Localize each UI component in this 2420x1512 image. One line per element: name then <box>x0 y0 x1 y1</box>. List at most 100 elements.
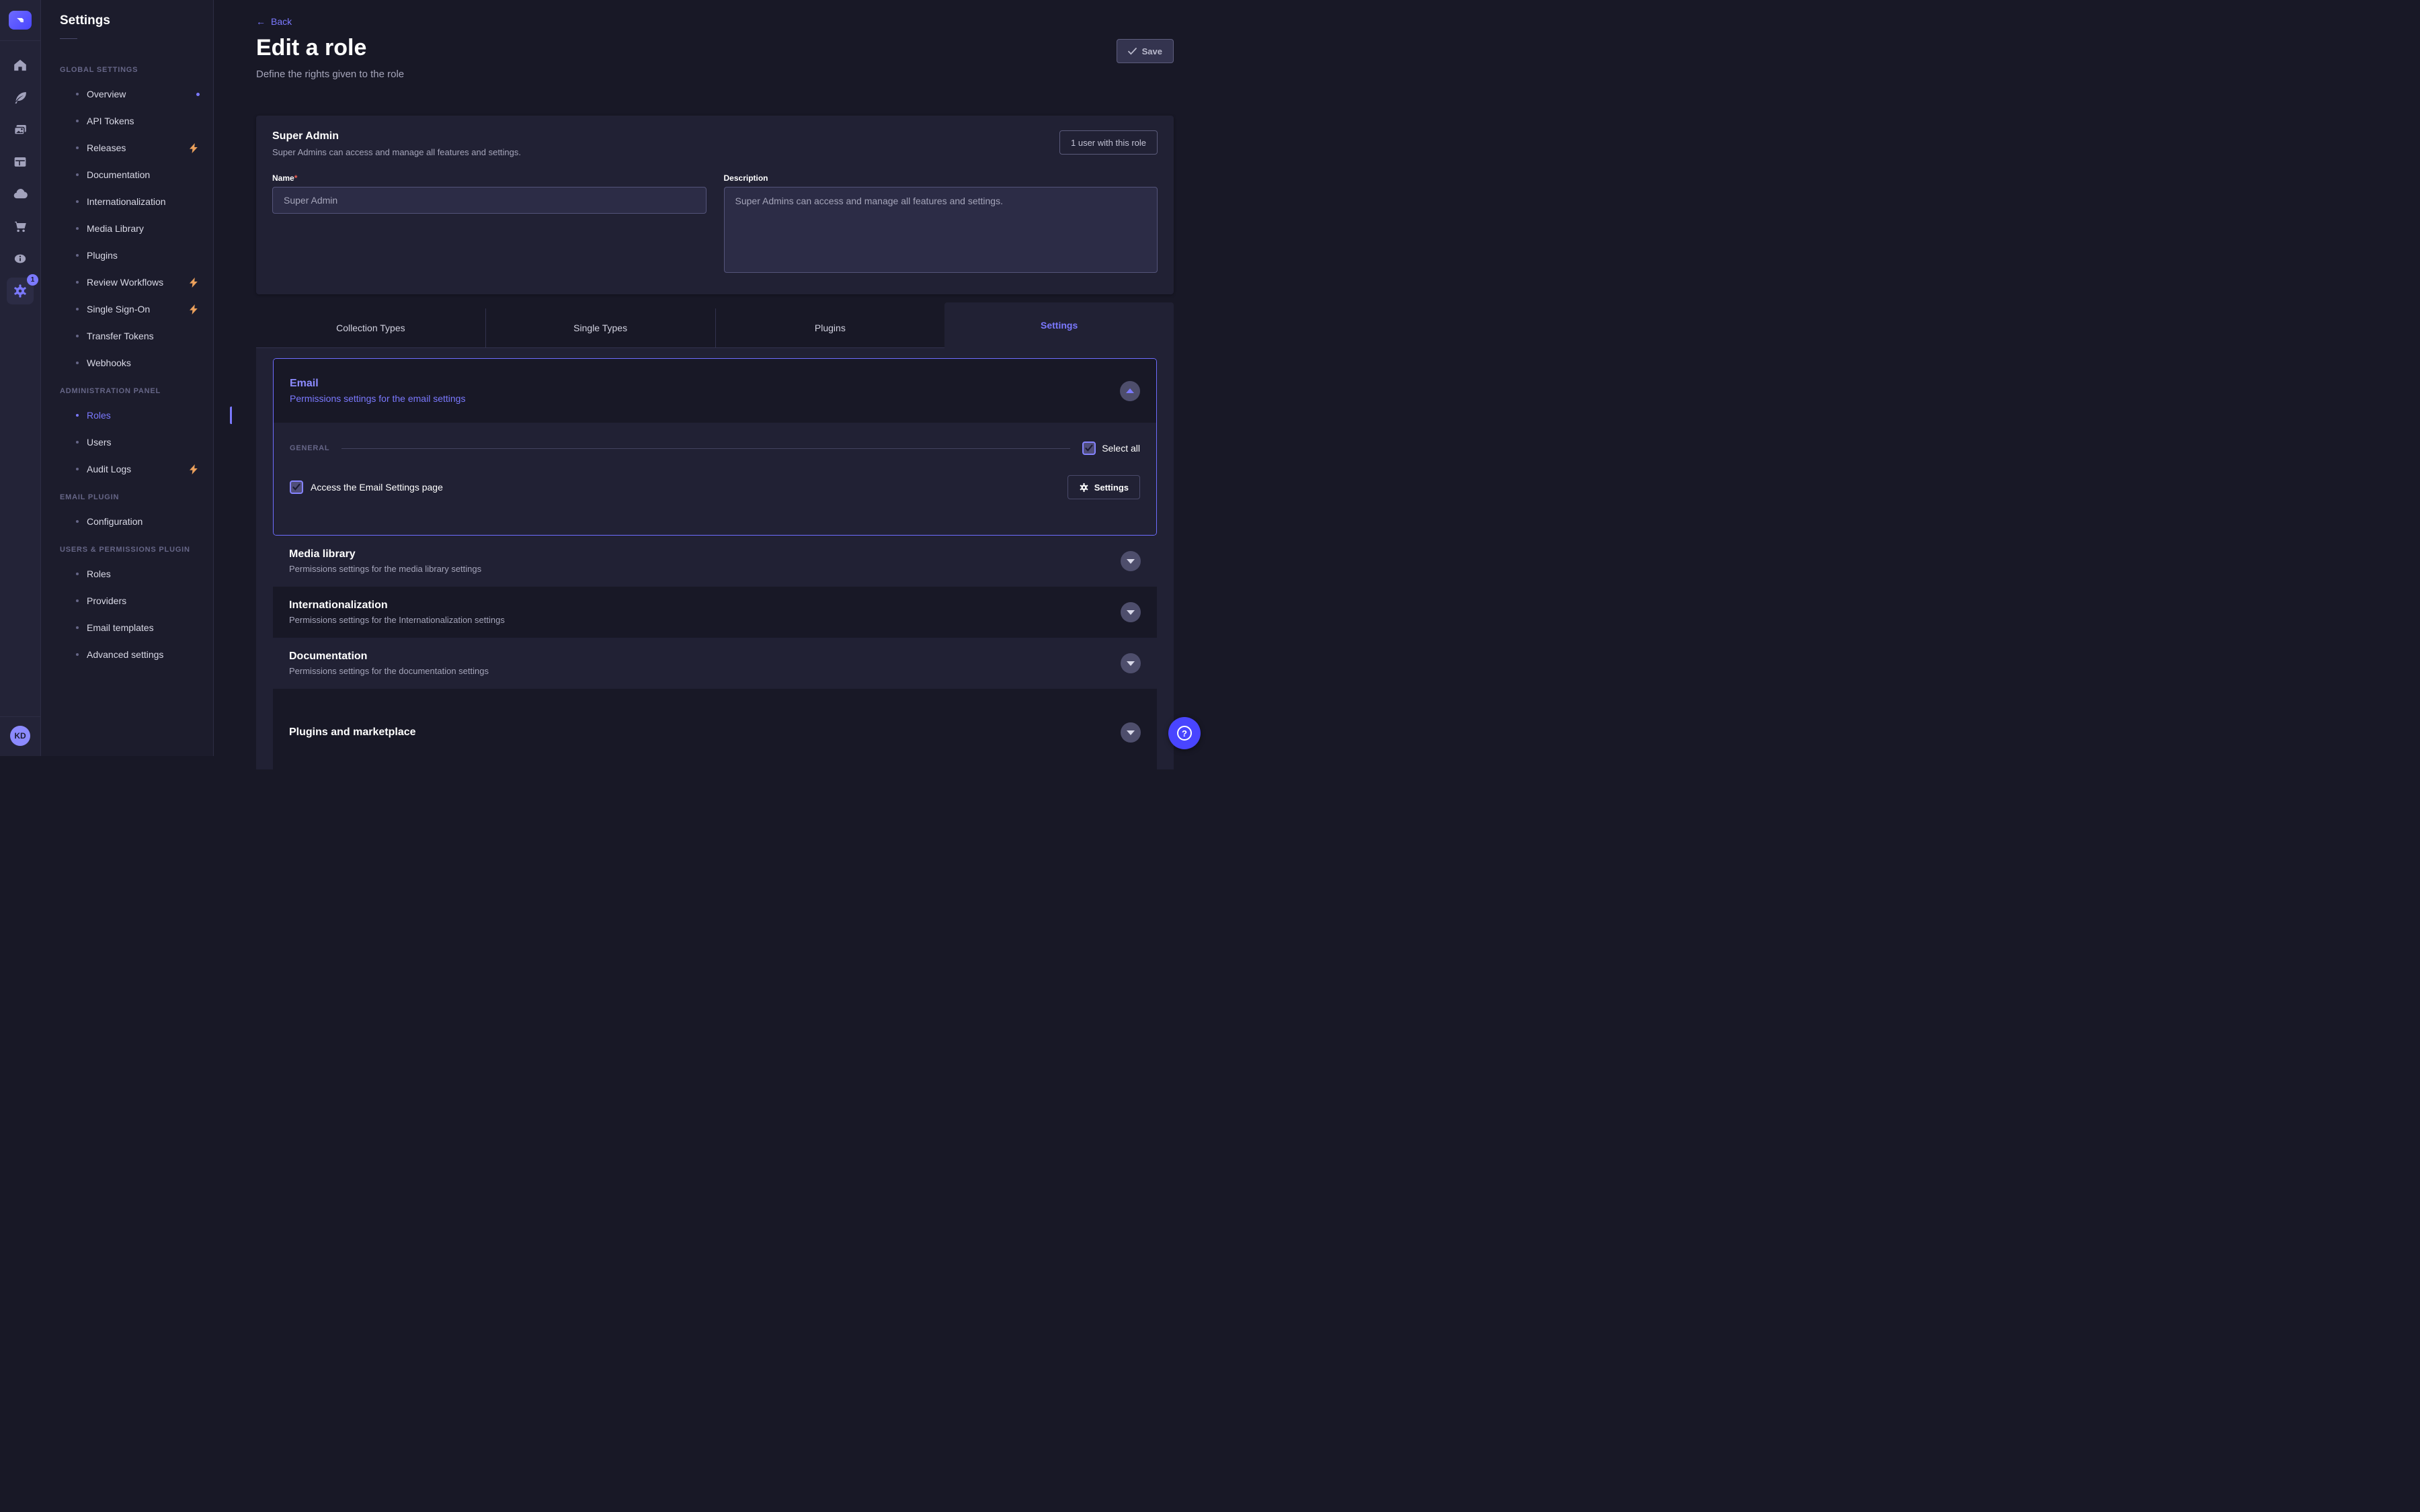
sidebar-item-up-roles[interactable]: Roles <box>60 560 213 587</box>
avatar[interactable]: KD <box>10 726 30 746</box>
rail-items: 1 <box>7 49 34 307</box>
settings-badge: 1 <box>27 274 38 286</box>
cart-icon <box>13 219 28 234</box>
rail-item-marketplace[interactable] <box>7 213 34 240</box>
rail-item-home[interactable] <box>7 52 34 79</box>
role-card: Super Admin Super Admins can access and … <box>256 116 1174 294</box>
bullet-icon <box>76 173 79 176</box>
accordion-title: Internationalization <box>289 599 505 612</box>
rail-item-content-manager[interactable] <box>7 84 34 111</box>
sidebar-item-roles[interactable]: Roles <box>60 402 213 429</box>
users-with-role-button[interactable]: 1 user with this role <box>1059 130 1158 155</box>
tab-plugins[interactable]: Plugins <box>716 308 945 348</box>
sidebar-item-review-workflows[interactable]: Review Workflows <box>60 269 213 296</box>
tab-single-types[interactable]: Single Types <box>486 308 716 348</box>
accordion-internationalization[interactable]: Internationalization Permissions setting… <box>273 587 1157 638</box>
name-label: Name* <box>272 173 707 183</box>
accordion-email-header[interactable]: Email Permissions settings for the email… <box>274 359 1156 423</box>
strapi-logo[interactable] <box>9 11 32 30</box>
rail-divider-bottom <box>0 716 40 717</box>
sidebar-item-transfer-tokens[interactable]: Transfer Tokens <box>60 323 213 349</box>
bullet-icon <box>76 93 79 95</box>
bullet-icon <box>76 441 79 444</box>
accordion-email-title: Email <box>290 378 465 390</box>
save-button[interactable]: Save <box>1117 39 1174 63</box>
sidebar-item-audit-logs[interactable]: Audit Logs <box>60 456 213 482</box>
sidebar-item-releases[interactable]: Releases <box>60 134 213 161</box>
permission-label: Access the Email Settings page <box>311 482 443 493</box>
expand-button[interactable] <box>1121 722 1141 743</box>
rail-item-cloud[interactable] <box>7 181 34 208</box>
description-label: Description <box>724 173 1158 183</box>
back-link[interactable]: ← Back <box>256 16 292 27</box>
sidebar-item-webhooks[interactable]: Webhooks <box>60 349 213 376</box>
sidebar-item-documentation[interactable]: Documentation <box>60 161 213 188</box>
help-button[interactable]: ? <box>1168 717 1201 749</box>
name-input[interactable] <box>272 187 707 214</box>
check-icon <box>1128 48 1137 55</box>
accordion-title: Documentation <box>289 650 489 663</box>
bullet-icon <box>76 146 79 149</box>
section-label-users-permissions-plugin: USERS & PERMISSIONS PLUGIN <box>60 546 213 554</box>
accordion-documentation[interactable]: Documentation Permissions settings for t… <box>273 638 1157 689</box>
sidebar-item-advanced-settings[interactable]: Advanced settings <box>60 641 213 668</box>
lightning-icon <box>190 143 198 153</box>
main-content: ← Back Edit a role Define the rights giv… <box>214 0 1210 756</box>
rail-item-content-type-builder[interactable] <box>7 149 34 175</box>
accordion-plugins-marketplace[interactable]: Plugins and marketplace <box>273 689 1157 776</box>
bullet-icon <box>76 626 79 629</box>
gear-icon <box>13 284 28 298</box>
sidebar-item-providers[interactable]: Providers <box>60 587 213 614</box>
sidebar-item-overview[interactable]: Overview <box>60 81 213 108</box>
rail-item-info[interactable] <box>7 245 34 272</box>
expand-button[interactable] <box>1121 653 1141 673</box>
bullet-icon <box>76 227 79 230</box>
role-name-heading: Super Admin <box>272 130 521 142</box>
expand-button[interactable] <box>1121 551 1141 571</box>
required-asterisk: * <box>294 173 298 183</box>
description-textarea[interactable]: Super Admins can access and manage all f… <box>724 187 1158 273</box>
description-field-group: Description Super Admins can access and … <box>724 173 1158 276</box>
accordion-media-library[interactable]: Media library Permissions settings for t… <box>273 536 1157 587</box>
sidebar-item-internationalization[interactable]: Internationalization <box>60 188 213 215</box>
sidebar-item-email-templates[interactable]: Email templates <box>60 614 213 641</box>
bullet-icon <box>76 254 79 257</box>
email-settings-button[interactable]: Settings <box>1067 475 1140 499</box>
active-indicator <box>230 407 232 424</box>
nav-list-global: Overview API Tokens Releases Documentati… <box>60 81 213 376</box>
check-icon <box>1085 444 1093 452</box>
sidebar-item-configuration[interactable]: Configuration <box>60 508 213 535</box>
section-label-global-settings: GLOBAL SETTINGS <box>60 66 213 74</box>
accordion-title: Plugins and marketplace <box>289 726 416 739</box>
accordion-subtitle: Permissions settings for the Internation… <box>289 615 505 625</box>
tab-settings[interactable]: Settings <box>944 302 1174 348</box>
tab-collection-types[interactable]: Collection Types <box>256 308 486 348</box>
back-arrow-icon: ← <box>256 16 266 27</box>
expand-button[interactable] <box>1121 602 1141 622</box>
chevron-down-icon <box>1127 730 1135 735</box>
home-icon <box>13 58 28 73</box>
cloud-icon <box>13 187 28 202</box>
select-all-control[interactable]: Select all <box>1082 442 1140 455</box>
accordion-email-subtitle: Permissions settings for the email setti… <box>290 393 465 404</box>
bullet-icon <box>76 599 79 602</box>
sidebar-item-plugins[interactable]: Plugins <box>60 242 213 269</box>
select-all-checkbox[interactable] <box>1082 442 1096 455</box>
sidebar-item-api-tokens[interactable]: API Tokens <box>60 108 213 134</box>
role-description-text: Super Admins can access and manage all f… <box>272 147 521 157</box>
access-email-settings-checkbox[interactable] <box>290 480 303 494</box>
name-field-group: Name* <box>272 173 707 276</box>
bullet-icon <box>76 281 79 284</box>
notification-dot-icon <box>196 93 200 96</box>
rail-item-media-library[interactable] <box>7 116 34 143</box>
bullet-icon <box>76 653 79 656</box>
lightning-icon <box>190 278 198 288</box>
collapse-button[interactable] <box>1120 381 1140 401</box>
sidebar-item-single-sign-on[interactable]: Single Sign-On <box>60 296 213 323</box>
sidebar-item-users[interactable]: Users <box>60 429 213 456</box>
rail-item-settings[interactable]: 1 <box>7 278 34 304</box>
nav-list-users-permissions: Roles Providers Email templates Advanced… <box>60 560 213 668</box>
rail-divider-top <box>0 40 40 41</box>
rail-bottom: KD <box>0 716 40 756</box>
sidebar-item-media-library[interactable]: Media Library <box>60 215 213 242</box>
